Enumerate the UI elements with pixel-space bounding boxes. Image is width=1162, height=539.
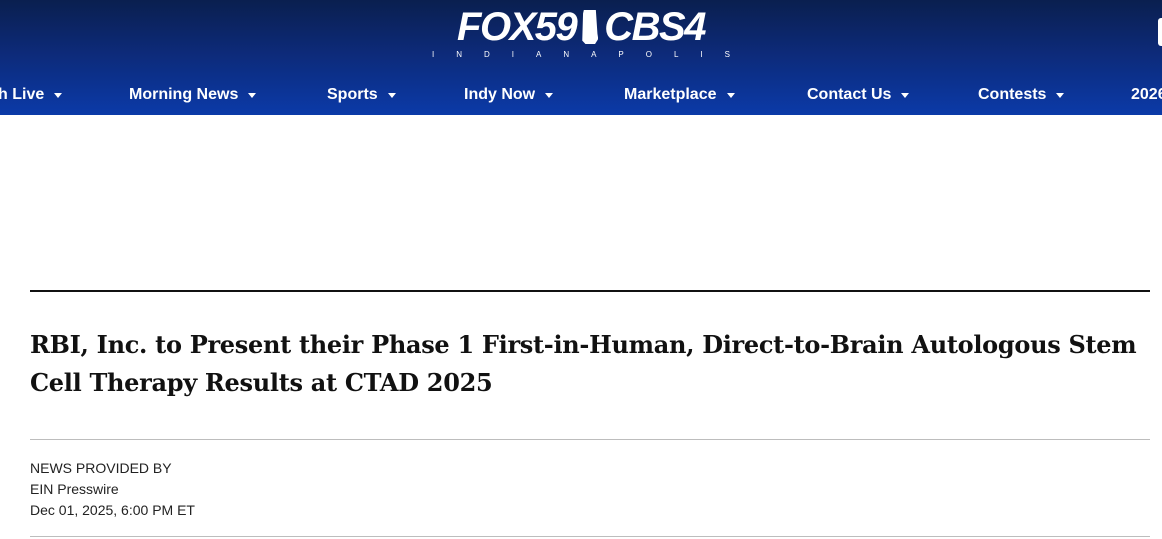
nav-item-indy-now[interactable]: Indy Now	[464, 86, 554, 104]
nav-item-label: Morning News	[129, 86, 239, 103]
header-edge-button[interactable]	[1158, 18, 1162, 46]
nav-item-contact-us[interactable]: Contact Us	[807, 86, 910, 104]
nav-item-label: h Live	[0, 86, 45, 103]
publish-date: Dec 01, 2025, 6:00 PM ET	[30, 502, 195, 518]
main-nav: h Live Morning News Sports Indy Now Mark…	[0, 76, 1162, 114]
site-header: FOX59 CBS4 INDIANAPOLIS h Live Morning N…	[0, 0, 1162, 115]
nav-item-watch-live[interactable]: h Live	[0, 86, 63, 104]
nav-item-label: Contact Us	[807, 86, 892, 103]
caret-down-icon	[54, 92, 63, 98]
site-logo[interactable]: FOX59 CBS4 INDIANAPOLIS	[0, 6, 1162, 59]
article-meta: NEWS PROVIDED BY EIN Presswire Dec 01, 2…	[30, 458, 1150, 521]
nav-item-marketplace[interactable]: Marketplace	[624, 86, 735, 104]
caret-down-icon	[545, 92, 554, 98]
nav-item-label: Indy Now	[464, 86, 536, 103]
divider	[30, 536, 1150, 537]
nav-item-2026[interactable]: 2026	[1131, 86, 1162, 104]
logo-subtitle: INDIANAPOLIS	[431, 50, 752, 59]
nav-item-label: Marketplace	[624, 86, 717, 103]
nav-item-label: Contests	[978, 86, 1047, 103]
caret-down-icon	[901, 92, 910, 98]
nav-item-morning-news[interactable]: Morning News	[129, 86, 257, 104]
logo-cbs4: CBS4	[604, 5, 706, 49]
nav-item-label: Sports	[327, 86, 378, 103]
indiana-state-icon	[582, 10, 599, 44]
caret-down-icon	[726, 92, 735, 98]
logo-fox59: FOX59	[457, 5, 578, 49]
nav-item-contests[interactable]: Contests	[978, 86, 1065, 104]
article: RBI, Inc. to Present their Phase 1 First…	[30, 290, 1150, 537]
caret-down-icon	[387, 92, 396, 98]
divider	[30, 439, 1150, 440]
divider	[30, 290, 1150, 292]
nav-item-sports[interactable]: Sports	[327, 86, 396, 104]
news-provided-label: NEWS PROVIDED BY	[30, 460, 172, 476]
logo-row: FOX59 CBS4	[457, 5, 706, 49]
caret-down-icon	[248, 92, 257, 98]
article-title: RBI, Inc. to Present their Phase 1 First…	[30, 330, 1137, 397]
news-provider: EIN Presswire	[30, 481, 119, 497]
caret-down-icon	[1056, 92, 1065, 98]
nav-item-label: 2026	[1131, 86, 1162, 103]
